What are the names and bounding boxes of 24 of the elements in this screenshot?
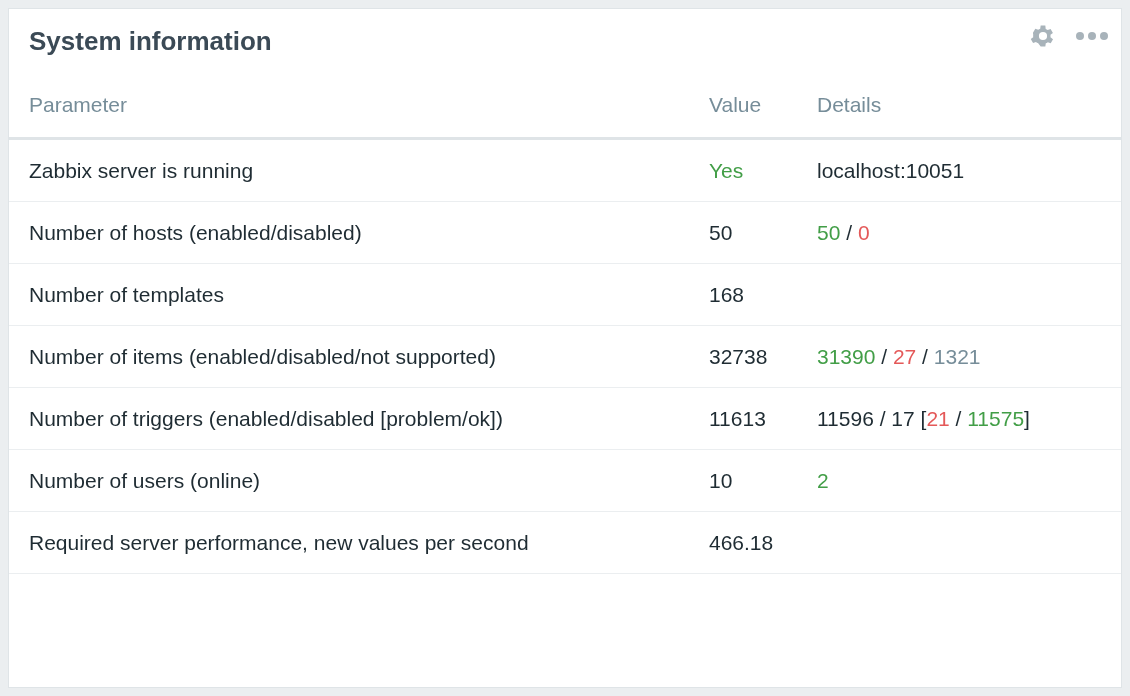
- table-cell: localhost:10051: [817, 158, 965, 182]
- column-header: Value: [709, 73, 817, 139]
- table-cell: 32738: [709, 325, 817, 388]
- table-cell: 466.18: [709, 511, 817, 574]
- table-cell: Number of users (online): [9, 449, 709, 512]
- widget-title: System information: [29, 25, 272, 57]
- table-cell: 2: [817, 468, 829, 492]
- column-header: Details: [817, 73, 1121, 139]
- table-cell: 168: [709, 263, 817, 326]
- table-cell: Yes: [709, 138, 817, 202]
- table-cell: Number of triggers (enabled/disabled [problem/ok]): [9, 387, 709, 450]
- more-options-icon[interactable]: [1075, 31, 1109, 41]
- table-cell: Number of hosts (enabled/disabled): [9, 201, 709, 264]
- table-cell: 31390 / 27 / 1321: [817, 344, 981, 368]
- table-cell: 50 / 0: [817, 220, 870, 244]
- table-cell: 10: [709, 449, 817, 512]
- table-cell: 50: [709, 201, 817, 264]
- column-header: Parameter: [9, 73, 709, 139]
- table-cell: 11613: [709, 387, 817, 450]
- table-cell: Zabbix server is running: [9, 138, 709, 202]
- table-cell: 11596 / 17 [21 / 11575]: [817, 406, 1030, 430]
- table-cell: Number of items (enabled/disabled/not supported): [9, 325, 709, 388]
- table-cell: Number of templates: [9, 263, 709, 326]
- table-cell: Required server performance, new values per second: [9, 511, 709, 574]
